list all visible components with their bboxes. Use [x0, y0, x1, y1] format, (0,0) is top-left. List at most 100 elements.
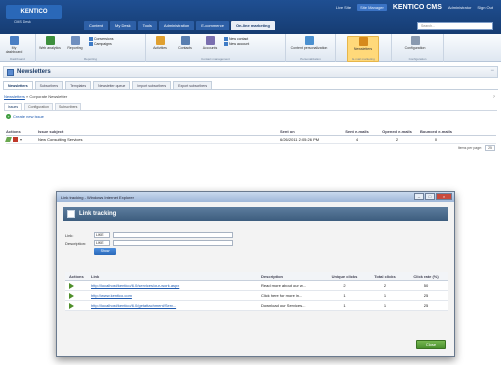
minimize-window-button[interactable]: –: [414, 193, 424, 200]
col-bounced-emails[interactable]: Bounced e-mails: [417, 129, 455, 135]
issues-grid: Actions Issue subject Sent on Sent e-mai…: [5, 129, 496, 144]
ribbon-group-dashboard: My dashboard Dashboard: [0, 34, 36, 62]
table-row[interactable]: http://www.kentico.com Click here for mo…: [65, 291, 448, 301]
logo-subtitle: CMS Desk: [14, 20, 31, 24]
ribbon-toolbar: My dashboard Dashboard Web analytics Rep…: [0, 34, 501, 62]
contacts-icon: [180, 36, 190, 45]
menu-tab-online-marketing[interactable]: On-line marketing: [230, 21, 275, 30]
issue-subject: New Consulting Services: [38, 137, 83, 142]
link-grid-header: Actions Link Description Unique clicks T…: [65, 272, 448, 281]
link-tracking-grid: Actions Link Description Unique clicks T…: [65, 272, 448, 311]
new-account-button[interactable]: New account: [224, 42, 249, 46]
window-titlebar[interactable]: Link tracking - Windows Internet Explore…: [57, 192, 454, 202]
new-account-icon: [224, 42, 228, 46]
create-new-issue-link[interactable]: + Create new issue: [6, 114, 44, 119]
tracked-link[interactable]: http://localhost/kentico/6.0/getattachme…: [91, 303, 176, 308]
link-description: Read more about our w...: [261, 283, 306, 288]
newsletter-icon: [7, 69, 14, 76]
menu-tab-ecommerce[interactable]: E-commerce: [196, 21, 229, 30]
tab-templates[interactable]: Templates: [65, 81, 92, 89]
live-site-link[interactable]: Live Site: [336, 5, 351, 10]
new-contact-button[interactable]: New contact: [224, 37, 249, 41]
top-header: KENTICO CMS Desk Live Site Site Manager …: [0, 0, 501, 34]
table-row[interactable]: http://localhost/kentico/6.0/services/ou…: [65, 281, 448, 291]
col-actions[interactable]: Actions: [6, 129, 38, 135]
tab-newsletters[interactable]: Newsletters: [3, 81, 33, 89]
col-unique-clicks[interactable]: Unique clicks: [323, 274, 366, 279]
tracked-link[interactable]: http://www.kentico.com: [91, 293, 132, 298]
add-icon: +: [6, 114, 11, 119]
total-clicks: 1: [383, 293, 387, 298]
col-link-actions[interactable]: Actions: [65, 274, 91, 279]
minimize-icon[interactable]: −: [490, 68, 494, 74]
tab-issues[interactable]: Issues: [4, 103, 23, 110]
tracked-link[interactable]: http://localhost/kentico/6.0/services/ou…: [91, 283, 179, 288]
show-button[interactable]: Show: [94, 248, 116, 255]
col-click-rate[interactable]: Click rate (%): [404, 274, 448, 279]
close-button[interactable]: Close: [416, 340, 446, 349]
menu-tab-administration[interactable]: Administration: [158, 21, 195, 30]
total-clicks: 2: [383, 283, 387, 288]
search-input[interactable]: Search...: [417, 22, 493, 30]
breadcrumb-current: Corporate Newsletter: [29, 94, 68, 99]
modal-header: Link tracking: [63, 207, 448, 221]
menu-tab-tools[interactable]: Tools: [137, 21, 157, 30]
menu-tab-my-desk[interactable]: My Desk: [110, 21, 136, 30]
link-filter-input[interactable]: [113, 232, 233, 238]
col-opened-emails[interactable]: Opened e-mails: [377, 129, 417, 135]
window-title: Link tracking - Windows Internet Explore…: [61, 194, 134, 200]
table-row[interactable]: http://localhost/kentico/6.0/getattachme…: [65, 301, 448, 311]
activities-icon: [155, 36, 165, 45]
reporting-icon: [70, 36, 80, 45]
tab-newsletter-queue[interactable]: Newsletter queue: [93, 81, 131, 89]
conversions-button[interactable]: Conversions: [89, 37, 113, 41]
pager: Items per page: 25: [458, 145, 495, 151]
close-window-button[interactable]: ×: [436, 193, 452, 200]
col-sent-on[interactable]: Sent on: [280, 129, 337, 135]
more-actions-icon[interactable]: ▾: [20, 137, 22, 142]
tab-subscribers[interactable]: Subscribers: [34, 81, 64, 89]
link-description: Click here for more in...: [261, 293, 303, 298]
delete-icon[interactable]: [13, 137, 18, 142]
main-menu: Content My Desk Tools Administration E-c…: [84, 21, 275, 30]
ribbon-group-configuration: Configuration Configuration: [392, 34, 444, 62]
col-issue-subject[interactable]: Issue subject: [38, 129, 280, 135]
tab-export-subscribers[interactable]: Export subscribers: [173, 81, 213, 89]
description-filter-input[interactable]: [113, 240, 233, 246]
link-tracking-icon: [67, 210, 75, 218]
site-manager-link[interactable]: Site Manager: [357, 4, 387, 11]
col-sent-emails[interactable]: Sent e-mails: [337, 129, 377, 135]
link-filter-operator[interactable]: LIKE: [94, 232, 110, 238]
col-description[interactable]: Description: [261, 274, 323, 279]
view-clicks-icon[interactable]: [69, 292, 74, 299]
newsletters-icon: [358, 37, 368, 46]
description-filter-label: Description:: [65, 240, 87, 246]
configuration-icon: [410, 36, 420, 45]
menu-tab-content[interactable]: Content: [84, 21, 109, 30]
tab-import-subscribers[interactable]: Import subscribers: [132, 81, 172, 89]
sign-out-link[interactable]: Sign Out: [477, 5, 493, 10]
ribbon-group-contact-management: Activities Contacts Accounts New contact…: [146, 34, 286, 62]
breadcrumb-newsletters-link[interactable]: Newsletters: [4, 94, 25, 99]
page-size-select[interactable]: 25: [485, 145, 495, 151]
help-icon[interactable]: ?: [493, 94, 495, 99]
page-title: Newsletters: [17, 69, 51, 75]
user-name[interactable]: Administrator: [448, 5, 472, 10]
issue-opened-count[interactable]: 2: [377, 137, 417, 142]
table-row[interactable]: ▾ New Consulting Services 6/26/2011 2:05…: [5, 136, 496, 144]
click-rate: 25: [423, 293, 429, 298]
analytics-icon: [45, 36, 55, 45]
breadcrumb: Newsletters » Corporate Newsletter: [4, 94, 67, 99]
description-filter-operator[interactable]: LIKE: [94, 240, 110, 246]
col-total-clicks[interactable]: Total clicks: [366, 274, 404, 279]
tab-configuration[interactable]: Configuration: [24, 103, 53, 110]
view-clicks-icon[interactable]: [69, 282, 74, 289]
maximize-window-button[interactable]: □: [425, 193, 435, 200]
col-link[interactable]: Link: [91, 274, 261, 279]
kentico-logo[interactable]: KENTICO: [6, 5, 62, 19]
edit-icon[interactable]: [5, 137, 12, 142]
tab-subscribers-inner[interactable]: Subscribers: [54, 103, 82, 110]
conversions-icon: [89, 37, 93, 41]
campaigns-button[interactable]: Campaigns: [89, 42, 113, 46]
view-clicks-icon[interactable]: [69, 302, 74, 309]
